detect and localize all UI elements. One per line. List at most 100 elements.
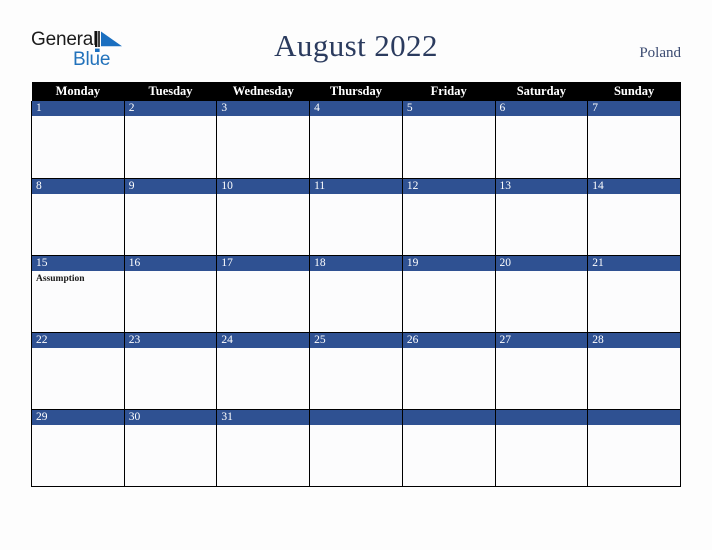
calendar-day-cell[interactable] [494,409,589,487]
calendar-day-cell[interactable]: 9 [123,178,218,256]
day-number: 22 [32,332,124,348]
calendar-day-cell[interactable]: 13 [494,178,589,256]
country-label: Poland [639,45,681,61]
calendar-day-cell[interactable]: 11 [309,178,403,256]
calendar-day-cell[interactable]: 15 Assumption [31,255,125,333]
day-cell-body [496,271,588,332]
day-number [588,409,680,425]
day-cell-body [403,425,495,486]
day-cell-body [496,194,588,255]
day-number: 17 [217,255,310,271]
calendar-header-row-group: Monday Tuesday Wednesday Thursday Friday… [31,82,681,101]
calendar-day-cell[interactable]: 12 [401,178,496,256]
day-cell-body [496,348,588,409]
day-number: 15 [32,255,124,271]
weekday-header-friday: Friday [402,82,496,101]
day-number: 16 [124,255,217,271]
day-number: 13 [495,178,588,194]
day-number: 3 [217,101,310,116]
day-cell-body [310,425,402,486]
day-number: 18 [310,255,402,271]
calendar-day-cell[interactable]: 25 [309,332,403,410]
day-number: 2 [124,101,217,116]
calendar-day-cell[interactable]: 19 [401,255,496,333]
calendar-day-cell[interactable]: 18 [309,255,403,333]
weekday-header-thursday: Thursday [309,82,403,101]
day-number: 7 [588,101,680,116]
calendar-week-row: 8 9 10 11 12 13 14 [31,178,681,256]
holiday-label: Assumption [36,273,85,284]
calendar-day-cell[interactable]: 31 [216,409,311,487]
day-cell-body [588,425,680,486]
calendar-day-cell[interactable]: 10 [216,178,311,256]
day-cell-body [32,425,124,486]
day-cell-body [125,194,217,255]
weekday-header-wednesday: Wednesday [216,82,310,101]
calendar-day-cell[interactable]: 21 [587,255,681,333]
day-cell-body [588,116,680,177]
day-number: 24 [217,332,310,348]
calendar-day-cell[interactable]: 29 [31,409,125,487]
day-number: 5 [402,101,495,116]
calendar-day-cell[interactable]: 23 [123,332,218,410]
day-cell-body [125,425,217,486]
day-number: 12 [402,178,495,194]
weekday-header-saturday: Saturday [495,82,588,101]
day-cell-body [217,116,309,177]
calendar-day-cell[interactable]: 27 [494,332,589,410]
day-cell-body [310,271,402,332]
calendar-day-cell[interactable]: 5 [401,101,496,179]
day-number: 31 [217,409,310,425]
day-cell-body [496,425,588,486]
day-number: 9 [124,178,217,194]
day-number: 11 [310,178,402,194]
calendar-day-cell[interactable]: 28 [587,332,681,410]
day-number: 26 [402,332,495,348]
calendar-day-cell[interactable] [401,409,496,487]
calendar-day-cell[interactable]: 22 [31,332,125,410]
day-number: 14 [588,178,680,194]
calendar-week-row: 22 23 24 25 26 27 28 [31,332,681,410]
day-number: 27 [495,332,588,348]
calendar-day-cell[interactable]: 30 [123,409,218,487]
calendar-day-cell[interactable]: 24 [216,332,311,410]
calendar-day-cell[interactable] [309,409,403,487]
day-cell-body [32,116,124,177]
calendar-day-cell[interactable]: 14 [587,178,681,256]
day-number [495,409,588,425]
day-number: 20 [495,255,588,271]
calendar-day-cell[interactable]: 20 [494,255,589,333]
day-cell-body [403,271,495,332]
day-number [402,409,495,425]
day-cell-body [588,271,680,332]
calendar-week-row: 1234567 [31,101,681,179]
day-cell-body [217,271,309,332]
day-cell-body [496,116,588,177]
day-cell-body [310,348,402,409]
calendar-day-cell[interactable]: 26 [401,332,496,410]
day-cell-body [403,116,495,177]
day-number: 6 [495,101,588,116]
weekday-header-sunday: Sunday [587,82,681,101]
day-cell-body [403,194,495,255]
calendar-day-cell[interactable]: 1 [31,101,125,179]
month-calendar-table: Monday Tuesday Wednesday Thursday Friday… [31,82,681,487]
day-cell-body [310,194,402,255]
calendar-day-cell[interactable]: 6 [494,101,589,179]
day-cell-body [217,194,309,255]
day-cell-body [403,348,495,409]
day-number: 21 [588,255,680,271]
day-cell-body [32,348,124,409]
weekday-header-tuesday: Tuesday [124,82,217,101]
calendar-day-cell[interactable]: 17 [216,255,311,333]
calendar-day-cell[interactable]: 4 [309,101,403,179]
calendar-day-cell[interactable] [587,409,681,487]
calendar-day-cell[interactable]: 8 [31,178,125,256]
day-number: 8 [32,178,124,194]
calendar-day-cell[interactable]: 3 [216,101,311,179]
day-number: 30 [124,409,217,425]
calendar-day-cell[interactable]: 16 [123,255,218,333]
calendar-week-row: 29 30 31 [31,409,681,487]
calendar-day-cell[interactable]: 7 [587,101,681,179]
calendar-day-cell[interactable]: 2 [123,101,218,179]
